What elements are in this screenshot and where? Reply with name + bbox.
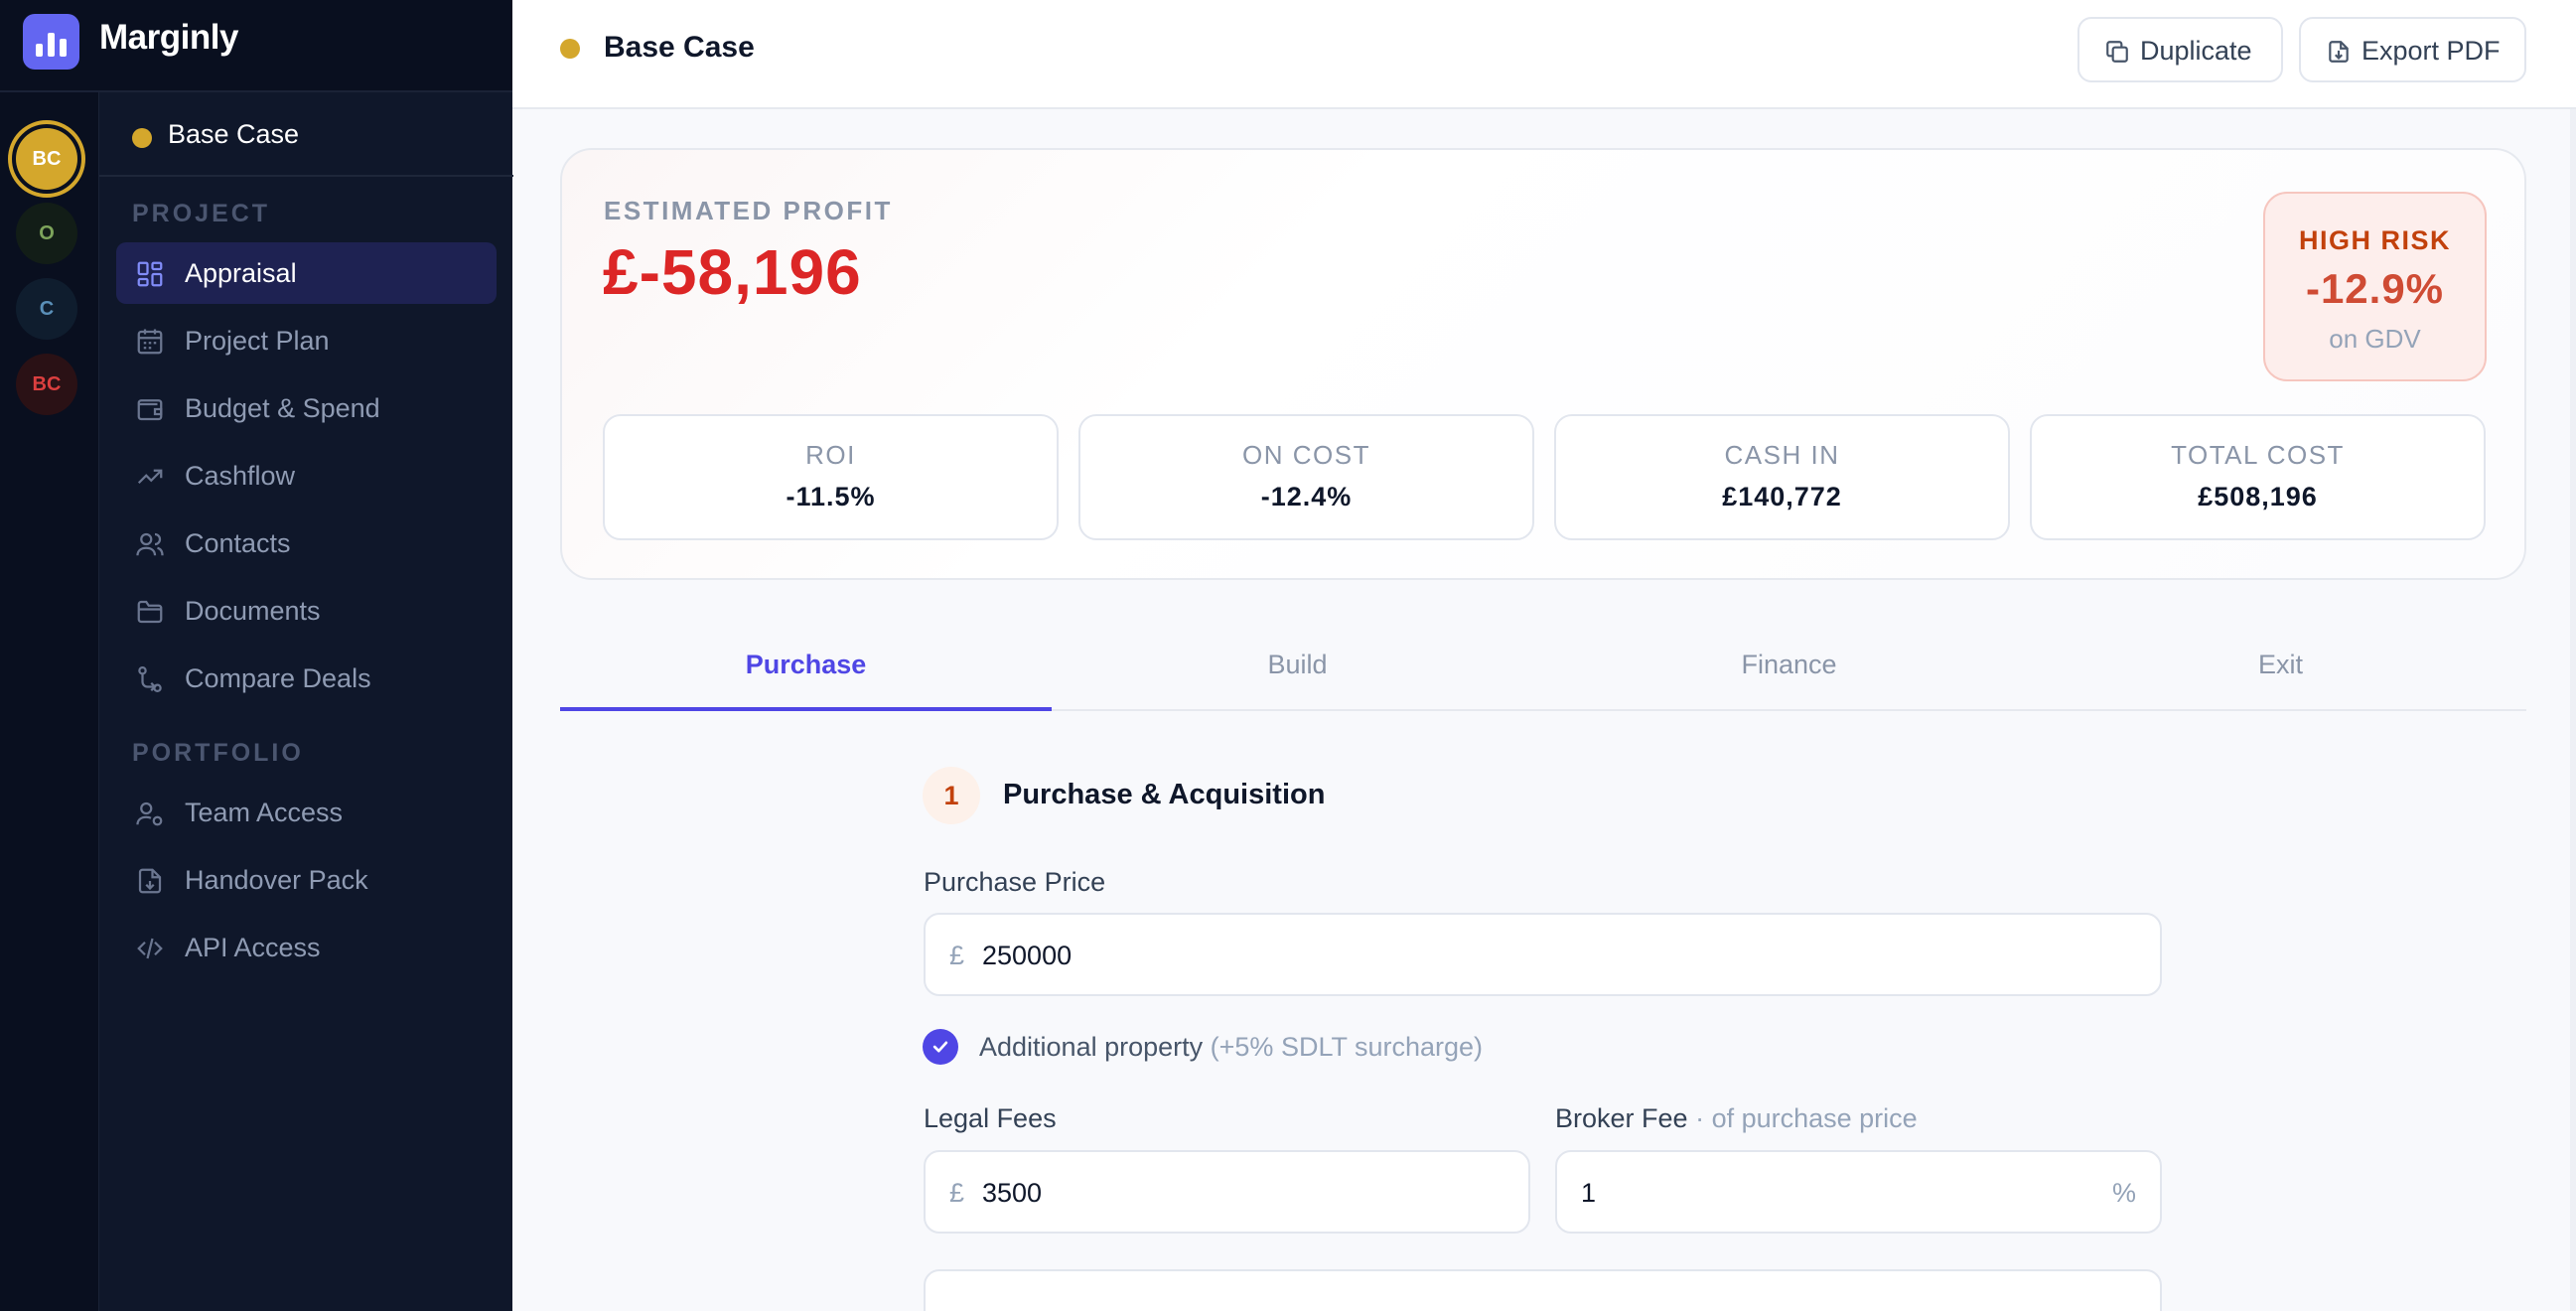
grid-icon: [137, 261, 163, 287]
stat-label: ROI: [805, 440, 856, 470]
trend-icon: [137, 469, 163, 485]
stat-on-cost: ON COST -12.4%: [1078, 414, 1534, 540]
risk-badge: HIGH RISK -12.9% on GDV: [2263, 192, 2487, 381]
estimated-profit-value: £-58,196: [603, 236, 862, 308]
sidebar-item-label: Appraisal: [185, 258, 297, 288]
wallet-icon: [137, 399, 163, 421]
user-settings-icon: [136, 801, 163, 826]
legal-fees-label: Legal Fees: [924, 1103, 1057, 1133]
top-header: Base Case Duplicate Export PDF: [512, 0, 2576, 109]
sidebar-item-budget-spend[interactable]: Budget & Spend: [116, 377, 497, 439]
app-name: Marginly: [99, 18, 238, 57]
broker-fee-hint: · of purchase price: [1695, 1103, 1918, 1133]
case-status-dot: [132, 128, 152, 148]
copy-icon: [2106, 41, 2128, 63]
risk-value: -12.9%: [2305, 265, 2445, 312]
sidebar-item-handover-pack[interactable]: Handover Pack: [116, 849, 497, 911]
sidebar-item-label: Contacts: [185, 528, 291, 558]
sidebar-item-project-plan[interactable]: Project Plan: [116, 310, 497, 371]
profit-summary-card: ESTIMATED PROFIT £-58,196 HIGH RISK -12.…: [560, 148, 2526, 580]
tab-build[interactable]: Build: [1052, 616, 1543, 711]
section-heading-project: PROJECT: [132, 200, 271, 227]
stat-value: -11.5%: [786, 482, 876, 511]
currency-prefix: £: [949, 941, 965, 970]
scenario-avatar[interactable]: O: [16, 203, 77, 264]
users-icon: [136, 532, 164, 556]
stat-label: CASH IN: [1724, 440, 1840, 470]
scrollbar-track[interactable]: [2570, 109, 2576, 1311]
sidebar: Base Case PROJECT Appraisal Project Plan…: [98, 92, 513, 1311]
section-title: Purchase & Acquisition: [1003, 779, 1326, 810]
sidebar-item-label: Documents: [185, 596, 321, 626]
scenario-avatar[interactable]: BC: [16, 354, 77, 415]
sidebar-item-label: Handover Pack: [185, 865, 368, 895]
current-case-label: Base Case: [168, 119, 300, 149]
currency-prefix: £: [949, 1178, 965, 1208]
compare-icon: [138, 666, 162, 692]
section-heading-portfolio: PORTFOLIO: [132, 739, 304, 767]
sidebar-item-label: Budget & Spend: [185, 393, 380, 423]
purchase-price-label: Purchase Price: [924, 867, 1106, 897]
duplicate-button[interactable]: Duplicate: [2077, 17, 2283, 82]
additional-property-label[interactable]: Additional property (+5% SDLT surcharge): [979, 1032, 1483, 1063]
broker-fee-value: 1: [1581, 1178, 1597, 1208]
stat-label: ON COST: [1242, 440, 1370, 470]
scenario-avatar-active[interactable]: BC: [8, 120, 85, 198]
checkmark-icon: [932, 1041, 948, 1053]
legal-fees-value: 3500: [982, 1178, 1043, 1208]
file-download-icon: [138, 868, 162, 894]
estimated-profit-label: ESTIMATED PROFIT: [604, 196, 893, 225]
purchase-price-input[interactable]: £ 250000: [924, 913, 2162, 996]
stat-cash-in: CASH IN £140,772: [1554, 414, 2010, 540]
tab-finance[interactable]: Finance: [1543, 616, 2035, 711]
sidebar-item-documents[interactable]: Documents: [116, 580, 497, 642]
appraisal-tabs: Purchase Build Finance Exit: [560, 616, 2526, 711]
sidebar-item-compare-deals[interactable]: Compare Deals: [116, 648, 497, 709]
export-pdf-button-label: Export PDF: [2361, 36, 2501, 66]
tab-purchase[interactable]: Purchase: [560, 616, 1052, 711]
sidebar-item-label: Compare Deals: [185, 663, 371, 693]
calendar-icon: [137, 329, 163, 355]
legal-fees-input[interactable]: £ 3500: [924, 1150, 1530, 1234]
sidebar-item-label: Project Plan: [185, 326, 330, 356]
sidebar-item-team-access[interactable]: Team Access: [116, 782, 497, 843]
folder-icon: [137, 600, 163, 624]
next-field-input[interactable]: [924, 1269, 2162, 1311]
sidebar-item-label: Team Access: [185, 798, 344, 827]
bar-chart-logo-icon: [23, 14, 79, 70]
risk-subtext: on GDV: [2329, 324, 2421, 354]
scenario-rail: BC O C BC: [0, 92, 98, 1311]
stat-value: -12.4%: [1260, 482, 1353, 511]
broker-fee-label: Broker Fee · of purchase price: [1555, 1103, 1918, 1133]
current-case[interactable]: Base Case: [99, 92, 513, 177]
risk-label: HIGH RISK: [2298, 225, 2451, 255]
stat-value: £508,196: [2198, 482, 2318, 511]
stat-value: £140,772: [1722, 482, 1842, 511]
additional-property-checkbox[interactable]: [923, 1029, 958, 1065]
sidebar-item-label: API Access: [185, 933, 321, 962]
broker-fee-input[interactable]: 1 %: [1555, 1150, 2162, 1234]
scenario-avatar[interactable]: C: [16, 278, 77, 340]
case-status-dot: [560, 39, 580, 59]
export-pdf-button[interactable]: Export PDF: [2299, 17, 2526, 82]
sidebar-item-cashflow[interactable]: Cashflow: [116, 445, 497, 507]
sidebar-item-appraisal[interactable]: Appraisal: [116, 242, 497, 304]
tab-exit[interactable]: Exit: [2035, 616, 2526, 711]
brand-header: Marginly: [0, 0, 512, 92]
percent-suffix: %: [2111, 1178, 2136, 1208]
sidebar-item-label: Cashflow: [185, 461, 296, 491]
sdlt-surcharge-hint: (+5% SDLT surcharge): [1210, 1032, 1484, 1062]
sidebar-item-api-access[interactable]: API Access: [116, 917, 497, 978]
page-title: Base Case: [604, 31, 755, 64]
purchase-price-value: 250000: [982, 941, 1073, 970]
file-export-icon: [2329, 41, 2349, 63]
step-number-badge: 1: [923, 767, 980, 824]
code-icon: [137, 938, 163, 959]
stat-roi: ROI -11.5%: [603, 414, 1059, 540]
stat-label: TOTAL COST: [2171, 440, 2345, 470]
sidebar-item-contacts[interactable]: Contacts: [116, 512, 497, 574]
stat-total-cost: TOTAL COST £508,196: [2030, 414, 2486, 540]
duplicate-button-label: Duplicate: [2140, 36, 2252, 66]
